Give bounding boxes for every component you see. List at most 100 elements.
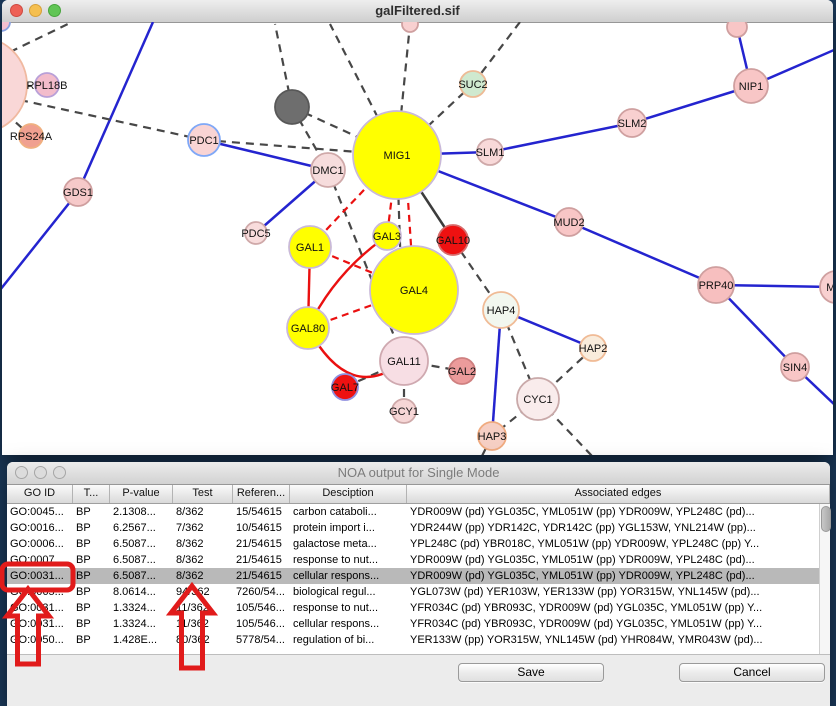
column-header-2[interactable]: P-value <box>110 485 173 503</box>
cell-8-1[interactable]: BP <box>73 632 110 648</box>
scrollbar-thumb[interactable] <box>821 506 831 532</box>
cell-0-2[interactable]: 2.1308... <box>110 504 173 520</box>
cell-6-3[interactable]: 11/362 <box>173 600 233 616</box>
column-header-0[interactable]: GO ID <box>7 485 73 503</box>
network-edge-pp[interactable] <box>490 123 632 152</box>
column-header-4[interactable]: Referen... <box>233 485 290 503</box>
cell-1-4[interactable]: 10/54615 <box>233 520 290 536</box>
cell-5-4[interactable]: 7260/54... <box>233 584 290 600</box>
cell-7-4[interactable]: 105/546... <box>233 616 290 632</box>
network-edge-pp[interactable] <box>492 310 501 436</box>
column-header-5[interactable]: Desciption <box>290 485 407 503</box>
table-row-6[interactable]: GO:0031...BP1.3324...11/362105/546...res… <box>7 600 830 616</box>
cell-5-6[interactable]: YGL073W (pd) YER103W, YER133W (pp) YOR31… <box>407 584 830 600</box>
vertical-scrollbar[interactable] <box>819 504 830 654</box>
cell-4-4[interactable]: 21/54615 <box>233 568 290 584</box>
network-edge-pd[interactable] <box>10 22 72 52</box>
cell-0-1[interactable]: BP <box>73 504 110 520</box>
cell-8-4[interactable]: 5778/54... <box>233 632 290 648</box>
cell-1-3[interactable]: 7/362 <box>173 520 233 536</box>
cell-3-1[interactable]: BP <box>73 552 110 568</box>
cell-0-0[interactable]: GO:0045... <box>7 504 73 520</box>
cell-7-2[interactable]: 1.3324... <box>110 616 173 632</box>
table-row-4[interactable]: GO:0031...BP6.5087...8/36221/54615cellul… <box>7 568 830 584</box>
table-row-1[interactable]: GO:0016...BP6.2567...7/36210/54615protei… <box>7 520 830 536</box>
cell-4-3[interactable]: 8/362 <box>173 568 233 584</box>
cell-2-6[interactable]: YPL248C (pd) YBR018C, YML051W (pp) YDR00… <box>407 536 830 552</box>
cell-0-5[interactable]: carbon cataboli... <box>290 504 407 520</box>
cell-0-3[interactable]: 8/362 <box>173 504 233 520</box>
node-label-RPL18B: RPL18B <box>27 80 68 92</box>
network-edge-pp[interactable] <box>2 192 78 290</box>
cell-5-5[interactable]: biological regul... <box>290 584 407 600</box>
cell-6-5[interactable]: response to nut... <box>290 600 407 616</box>
cell-8-5[interactable]: regulation of bi... <box>290 632 407 648</box>
table-row-8[interactable]: GO:0050...BP1.428E...80/3625778/54...reg… <box>7 632 830 648</box>
network-edge-pp[interactable] <box>569 222 716 285</box>
cancel-button[interactable]: Cancel <box>679 663 825 682</box>
cell-7-1[interactable]: BP <box>73 616 110 632</box>
cell-1-1[interactable]: BP <box>73 520 110 536</box>
cell-3-4[interactable]: 21/54615 <box>233 552 290 568</box>
cell-3-5[interactable]: response to nut... <box>290 552 407 568</box>
cell-6-4[interactable]: 105/546... <box>233 600 290 616</box>
network-node-top-node-1[interactable] <box>402 22 418 32</box>
noa-window-titlebar[interactable]: NOA output for Single Mode <box>7 462 830 485</box>
cell-3-3[interactable]: 8/362 <box>173 552 233 568</box>
cell-0-4[interactable]: 15/54615 <box>233 504 290 520</box>
network-node-top-node-2[interactable] <box>727 22 747 37</box>
save-button[interactable]: Save <box>458 663 604 682</box>
table-row-5[interactable]: GO:0065...BP8.0614...94/3627260/54...bio… <box>7 584 830 600</box>
cell-5-1[interactable]: BP <box>73 584 110 600</box>
cell-8-2[interactable]: 1.428E... <box>110 632 173 648</box>
cell-7-0[interactable]: GO:0031... <box>7 616 73 632</box>
cell-2-4[interactable]: 21/54615 <box>233 536 290 552</box>
cell-3-6[interactable]: YDR009W (pd) YGL035C, YML051W (pp) YDR00… <box>407 552 830 568</box>
cell-7-5[interactable]: cellular respons... <box>290 616 407 632</box>
cell-5-3[interactable]: 94/362 <box>173 584 233 600</box>
cell-2-5[interactable]: galactose meta... <box>290 536 407 552</box>
cell-5-2[interactable]: 8.0614... <box>110 584 173 600</box>
cell-4-0[interactable]: GO:0031... <box>7 568 73 584</box>
cell-8-6[interactable]: YER133W (pp) YOR315W, YNL145W (pd) YHR08… <box>407 632 830 648</box>
network-node-corner-node[interactable] <box>2 22 10 31</box>
node-label-GAL4: GAL4 <box>400 285 428 297</box>
cell-8-0[interactable]: GO:0050... <box>7 632 73 648</box>
cell-3-2[interactable]: 6.5087... <box>110 552 173 568</box>
cell-6-6[interactable]: YFR034C (pd) YBR093C, YDR009W (pd) YGL03… <box>407 600 830 616</box>
table-row-3[interactable]: GO:0007...BP6.5087...8/36221/54615respon… <box>7 552 830 568</box>
cell-2-0[interactable]: GO:0006... <box>7 536 73 552</box>
cell-4-2[interactable]: 6.5087... <box>110 568 173 584</box>
cell-6-1[interactable]: BP <box>73 600 110 616</box>
network-node-big-left-node[interactable] <box>2 37 27 133</box>
cell-0-6[interactable]: YDR009W (pd) YGL035C, YML051W (pp) YDR00… <box>407 504 830 520</box>
cell-7-6[interactable]: YFR034C (pd) YBR093C, YDR009W (pd) YGL03… <box>407 616 830 632</box>
network-node-gray-node[interactable] <box>275 90 309 124</box>
cell-5-0[interactable]: GO:0065... <box>7 584 73 600</box>
cell-3-0[interactable]: GO:0007... <box>7 552 73 568</box>
column-header-6[interactable]: Associated edges <box>407 485 830 503</box>
network-window-titlebar[interactable]: galFiltered.sif <box>2 0 833 23</box>
cell-2-3[interactable]: 8/362 <box>173 536 233 552</box>
cell-8-3[interactable]: 80/362 <box>173 632 233 648</box>
cell-6-2[interactable]: 1.3324... <box>110 600 173 616</box>
column-header-1[interactable]: T... <box>73 485 110 503</box>
cell-4-6[interactable]: YDR009W (pd) YGL035C, YML051W (pp) YDR00… <box>407 568 830 584</box>
cell-7-3[interactable]: 11/362 <box>173 616 233 632</box>
table-row-7[interactable]: GO:0031...BP1.3324...11/362105/546...cel… <box>7 616 830 632</box>
cell-1-0[interactable]: GO:0016... <box>7 520 73 536</box>
cell-4-5[interactable]: cellular respons... <box>290 568 407 584</box>
network-canvas[interactable]: RPL18BRPS24AGDS1PDC1DMC1SUC2MIG1SLM1SLM2… <box>2 22 833 455</box>
network-edge-pp[interactable] <box>632 86 751 123</box>
cell-1-5[interactable]: protein import i... <box>290 520 407 536</box>
cell-1-2[interactable]: 6.2567... <box>110 520 173 536</box>
cell-6-0[interactable]: GO:0031... <box>7 600 73 616</box>
cell-1-6[interactable]: YDR244W (pp) YDR142C, YDR142C (pp) YGL15… <box>407 520 830 536</box>
cell-2-1[interactable]: BP <box>73 536 110 552</box>
table-row-0[interactable]: GO:0045...BP2.1308...8/36215/54615carbon… <box>7 504 830 520</box>
network-edge-pp[interactable] <box>78 22 153 192</box>
table-row-2[interactable]: GO:0006...BP6.5087...8/36221/54615galact… <box>7 536 830 552</box>
cell-2-2[interactable]: 6.5087... <box>110 536 173 552</box>
column-header-3[interactable]: Test <box>173 485 233 503</box>
cell-4-1[interactable]: BP <box>73 568 110 584</box>
